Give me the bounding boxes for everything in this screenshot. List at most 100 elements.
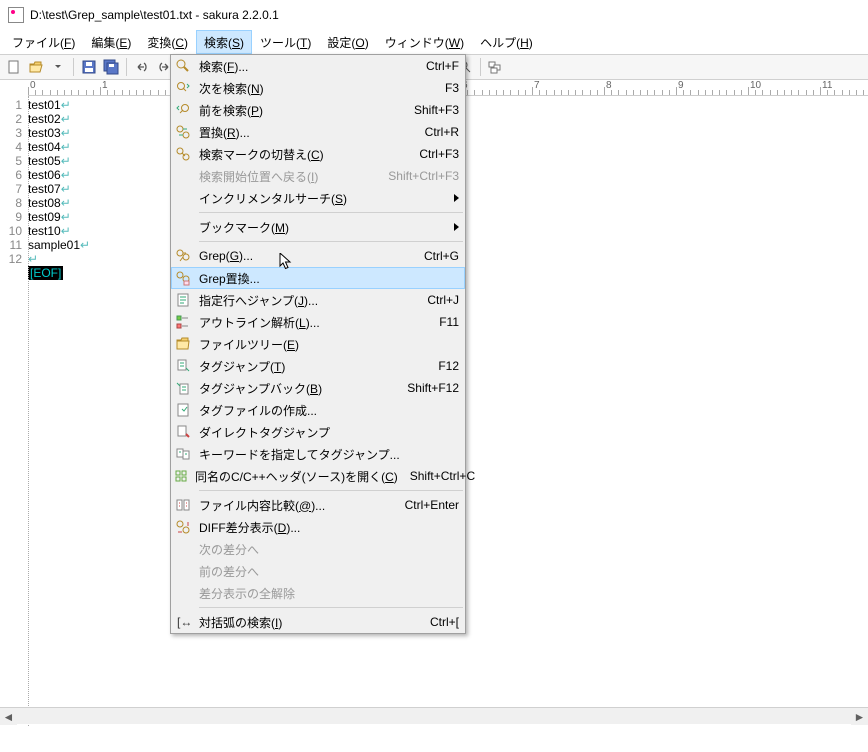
menu-item-shortcut: F11 <box>439 315 459 329</box>
scroll-left-button[interactable]: ◄ <box>0 708 17 725</box>
menu-item[interactable]: 前を検索(P)Shift+F3 <box>171 99 465 121</box>
menu-e[interactable]: 編集(E) <box>83 30 139 54</box>
menu-item-shortcut: Shift+Ctrl+F3 <box>388 169 459 183</box>
menu-item[interactable]: Grep(G)...Ctrl+G <box>171 245 465 267</box>
menu-item: 次の差分へ <box>171 538 465 560</box>
menu-item[interactable]: タグジャンプ(T)F12 <box>171 355 465 377</box>
line-number: 9 <box>0 210 22 224</box>
menu-separator <box>199 212 463 213</box>
menu-item[interactable]: 置換(R)... Ctrl+R <box>171 121 465 143</box>
bracket-icon: [↔] <box>173 612 193 632</box>
menu-item-shortcut: Ctrl+R <box>425 125 459 139</box>
blank-icon <box>173 166 193 186</box>
line-number-gutter: 123456789101112 <box>0 96 28 726</box>
menu-item[interactable]: ダイレクトタグジャンプ <box>171 421 465 443</box>
window-list-icon[interactable] <box>486 57 506 77</box>
menu-item-shortcut: Ctrl+J <box>427 293 459 307</box>
svg-text:[↔]: [↔] <box>177 615 191 629</box>
blank-icon <box>173 583 193 603</box>
menu-item-label: 検索開始位置へ戻る(I) <box>199 168 376 185</box>
menu-item-label: 次を検索(N) <box>199 80 433 97</box>
menu-item-label: 対括弧の検索(I) <box>199 614 418 631</box>
line-number: 4 <box>0 140 22 154</box>
menu-item[interactable]: 検索(F)...Ctrl+F <box>171 55 465 77</box>
menu-w[interactable]: ウィンドウ(W) <box>377 30 472 54</box>
line-number: 6 <box>0 168 22 182</box>
menu-item[interactable]: 同名のC/C++ヘッダ(ソース)を開く(C)Shift+Ctrl+C <box>171 465 465 487</box>
menu-o[interactable]: 設定(O) <box>319 30 376 54</box>
menu-item[interactable]: タグファイルの作成... <box>171 399 465 421</box>
outline-icon <box>173 312 193 332</box>
save-all-button[interactable] <box>101 57 121 77</box>
app-icon <box>8 7 24 23</box>
line-number: 8 <box>0 196 22 210</box>
menu-item[interactable]: Grep置換... <box>171 267 465 289</box>
tagjump-icon <box>173 356 193 376</box>
menu-item-label: Grep置換... <box>199 270 459 287</box>
menu-item-shortcut: F3 <box>445 81 459 95</box>
header-icon <box>173 466 189 486</box>
menu-item-shortcut: Shift+F12 <box>407 381 459 395</box>
menu-item[interactable]: [↔]対括弧の検索(I)Ctrl+[ <box>171 611 465 633</box>
title-bar: D:\test\Grep_sample\test01.txt - sakura … <box>0 0 868 30</box>
blank-icon <box>173 188 193 208</box>
scroll-right-button[interactable]: ► <box>851 708 868 725</box>
menu-item[interactable]: ファイル内容比較(@)...Ctrl+Enter <box>171 494 465 516</box>
find-next-icon <box>173 78 193 98</box>
compare-icon <box>173 495 193 515</box>
window-title: D:\test\Grep_sample\test01.txt - sakura … <box>30 8 279 22</box>
menu-item[interactable]: ファイルツリー(E) <box>171 333 465 355</box>
menu-item[interactable]: アウトライン解析(L)... F11 <box>171 311 465 333</box>
menu-item-label: 差分表示の全解除 <box>199 585 459 602</box>
blank-icon <box>173 217 193 237</box>
horizontal-scrollbar[interactable]: ◄ ► <box>0 707 868 724</box>
line-number: 5 <box>0 154 22 168</box>
menu-item-label: アウトライン解析(L)... <box>199 314 427 331</box>
dropdown-arrow[interactable] <box>48 57 68 77</box>
line-number: 11 <box>0 238 22 252</box>
menu-item-label: ファイルツリー(E) <box>199 336 459 353</box>
goto-icon <box>173 290 193 310</box>
diff-icon <box>173 517 193 537</box>
maketag-icon <box>173 400 193 420</box>
menu-item[interactable]: キーワードを指定してタグジャンプ... <box>171 443 465 465</box>
menu-item-shortcut: Ctrl+F <box>426 59 459 73</box>
menu-item[interactable]: タグジャンプバック(B)Shift+F12 <box>171 377 465 399</box>
grep-icon <box>173 246 193 266</box>
menu-item-label: ファイル内容比較(@)... <box>199 497 393 514</box>
menu-f[interactable]: ファイル(F) <box>4 30 83 54</box>
menu-item-label: 前の差分へ <box>199 563 459 580</box>
replace-icon <box>173 122 193 142</box>
menu-item[interactable]: 次を検索(N) F3 <box>171 77 465 99</box>
find-icon <box>173 56 193 76</box>
menu-item-shortcut: Shift+F3 <box>414 103 459 117</box>
menu-item-shortcut: Shift+Ctrl+C <box>410 469 475 483</box>
search-menu-popup: 検索(F)...Ctrl+F次を検索(N)F3前を検索(P)Shift+F3置換… <box>170 54 466 634</box>
menu-item-label: 置換(R)... <box>199 124 413 141</box>
save-button[interactable] <box>79 57 99 77</box>
menu-c[interactable]: 変換(C) <box>139 30 196 54</box>
submenu-arrow-icon <box>454 223 459 231</box>
menu-item[interactable]: ブックマーク(M) <box>171 216 465 238</box>
menu-item[interactable]: DIFF差分表示(D)... <box>171 516 465 538</box>
menu-item-label: 指定行へジャンプ(J)... <box>199 292 415 309</box>
menu-item-label: ダイレクトタグジャンプ <box>199 424 459 441</box>
menu-item: 検索開始位置へ戻る(I) Shift+Ctrl+F3 <box>171 165 465 187</box>
menu-item-shortcut: F12 <box>438 359 459 373</box>
menu-t[interactable]: ツール(T) <box>252 30 319 54</box>
line-number: 12 <box>0 252 22 266</box>
menu-item[interactable]: 検索マークの切替え(C)Ctrl+F3 <box>171 143 465 165</box>
eof-marker: [EOF] <box>28 266 63 280</box>
menu-item-shortcut: Ctrl+G <box>424 249 459 263</box>
menu-item[interactable]: インクリメンタルサーチ(S) <box>171 187 465 209</box>
tagback-icon <box>173 378 193 398</box>
menu-separator <box>199 490 463 491</box>
open-file-button[interactable] <box>26 57 46 77</box>
menu-h[interactable]: ヘルプ(H) <box>472 30 541 54</box>
undo-button[interactable] <box>132 57 152 77</box>
menu-item[interactable]: 指定行へジャンプ(J)... Ctrl+J <box>171 289 465 311</box>
menu-item-label: DIFF差分表示(D)... <box>199 519 459 536</box>
directtag-icon <box>173 422 193 442</box>
new-file-button[interactable] <box>4 57 24 77</box>
menu-s[interactable]: 検索(S) <box>196 30 252 54</box>
